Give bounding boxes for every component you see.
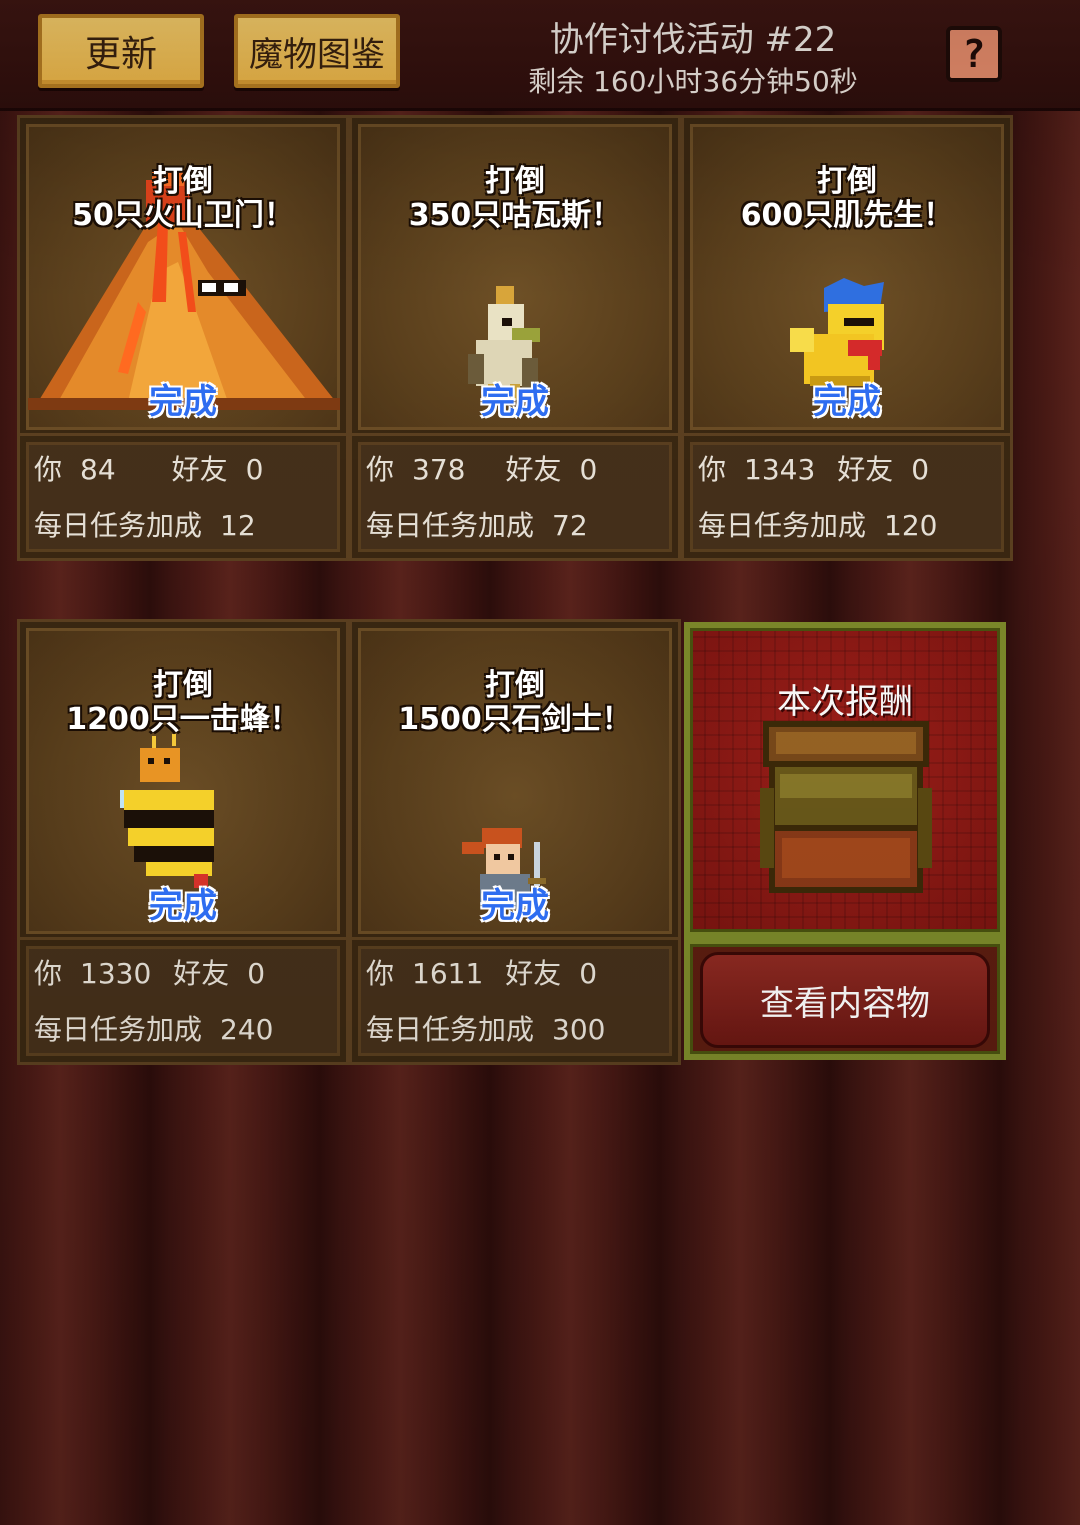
you-label: 你	[34, 957, 63, 990]
friend-value: 0	[245, 453, 264, 486]
friend-value: 0	[579, 957, 598, 990]
status-complete: 完成	[813, 382, 881, 422]
reward-bottom: 查看内容物	[684, 938, 1006, 1060]
update-button[interactable]: 更新	[38, 14, 204, 88]
you-label: 你	[366, 453, 395, 486]
task-title-line2: 1500只石剑士！	[398, 702, 632, 737]
treasure-chest-icon	[760, 721, 932, 893]
status-complete: 完成	[149, 382, 217, 422]
bee-monster-icon	[120, 734, 214, 888]
player-count-row: 你 1343 好友 0	[698, 448, 929, 488]
bonus-value: 240	[220, 1013, 274, 1046]
bonus-row: 每日任务加成 12	[34, 504, 256, 544]
bonus-value: 12	[220, 509, 256, 542]
task-title-line2: 1200只一击蜂！	[66, 702, 300, 737]
task-card-4[interactable]: 打倒 1200只一击蜂！ 完成 你 1330 好友 0 每日任务加成 240	[17, 619, 349, 1065]
player-count-row: 你 84 好友 0	[34, 448, 264, 488]
friend-label: 好友	[505, 957, 562, 990]
bonus-label: 每日任务加成	[34, 1013, 203, 1046]
reward-title: 本次报酬	[777, 682, 913, 722]
task-card-3[interactable]: 打倒 600只肌先生！ 完成 你 1343 好友 0 每日任务加成 120	[681, 115, 1013, 561]
task-title-line2: 50只火山卫门！	[72, 198, 294, 233]
bonus-row: 每日任务加成 120	[698, 504, 937, 544]
friend-value: 0	[247, 957, 266, 990]
bonus-label: 每日任务加成	[34, 509, 203, 542]
player-count-row: 你 1330 好友 0	[34, 952, 265, 992]
player-count-row: 你 378 好友 0	[366, 448, 597, 488]
player-count-row: 你 1611 好友 0	[366, 952, 597, 992]
task-card-5[interactable]: 打倒 1500只石剑士！ 完成 你 1611 好友 0 每日任务加成 300	[349, 619, 681, 1065]
friend-label: 好友	[837, 453, 894, 486]
bonus-label: 每日任务加成	[698, 509, 867, 542]
you-label: 你	[366, 957, 395, 990]
you-value: 84	[80, 453, 116, 486]
you-label: 你	[34, 453, 63, 486]
help-button[interactable]: ?	[946, 26, 1002, 82]
friend-label: 好友	[173, 957, 230, 990]
bestiary-button[interactable]: 魔物图鉴	[234, 14, 400, 88]
bonus-label: 每日任务加成	[366, 1013, 535, 1046]
status-complete: 完成	[481, 886, 549, 926]
bonus-value: 120	[884, 509, 938, 542]
bonus-row: 每日任务加成 72	[366, 504, 588, 544]
bonus-value: 300	[552, 1013, 606, 1046]
remaining-time: 剩余 160小时36分钟50秒	[528, 65, 858, 98]
bonus-row: 每日任务加成 240	[34, 1008, 273, 1048]
you-value: 1343	[744, 453, 816, 486]
friend-value: 0	[579, 453, 598, 486]
task-title-line2: 600只肌先生！	[740, 198, 954, 233]
bonus-row: 每日任务加成 300	[366, 1008, 605, 1048]
reward-card[interactable]: 本次报酬 查看内容物	[684, 622, 1006, 1060]
view-contents-button[interactable]: 查看内容物	[700, 952, 990, 1048]
you-value: 378	[412, 453, 466, 486]
status-complete: 完成	[481, 382, 549, 422]
friend-value: 0	[911, 453, 930, 486]
you-value: 1611	[412, 957, 484, 990]
status-complete: 完成	[149, 886, 217, 926]
event-title: 协作讨伐活动 #22	[549, 20, 837, 60]
bonus-label: 每日任务加成	[366, 509, 535, 542]
task-card-2[interactable]: 打倒 350只咕瓦斯！ 完成 你 378 好友 0 每日任务加成 72	[349, 115, 681, 561]
friend-label: 好友	[505, 453, 562, 486]
task-card-1[interactable]: 打倒 50只火山卫门！ 完成 你 84 好友 0 每日任务加成 12	[17, 115, 349, 561]
you-label: 你	[698, 453, 727, 486]
friend-label: 好友	[171, 453, 228, 486]
reward-panel: 本次报酬	[684, 622, 1006, 938]
question-icon: ?	[962, 32, 986, 76]
you-value: 1330	[80, 957, 152, 990]
bonus-value: 72	[552, 509, 588, 542]
task-title-line2: 350只咕瓦斯！	[408, 198, 622, 233]
